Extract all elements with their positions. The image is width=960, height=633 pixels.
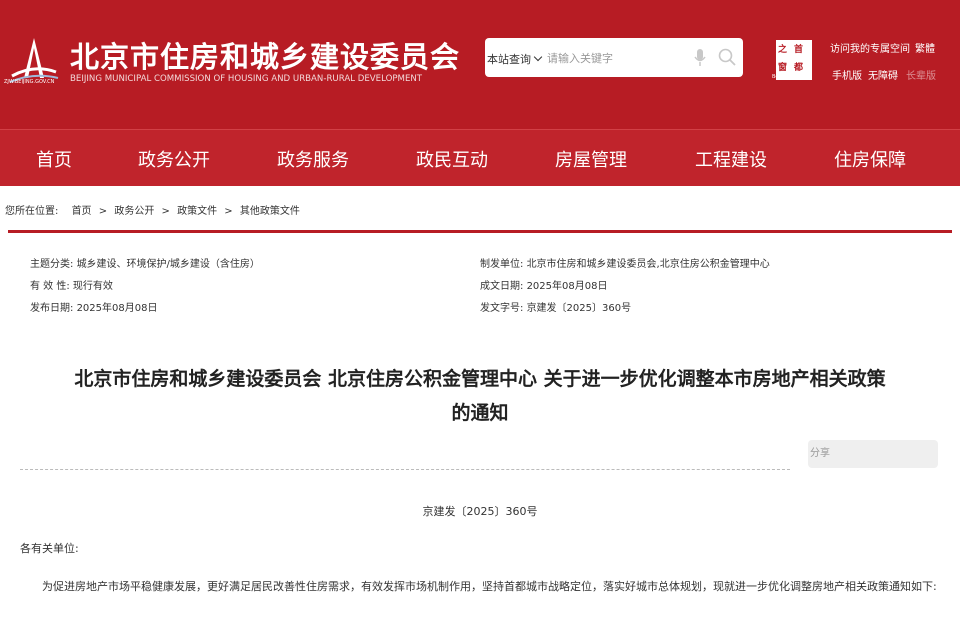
meta-label: 发布日期: xyxy=(30,303,74,314)
search-scope-select[interactable]: 本站查询 xyxy=(487,51,531,67)
document-salutation: 各有关单位: xyxy=(20,542,79,555)
breadcrumb-home[interactable]: 首页 xyxy=(72,206,92,217)
meta-doc-number: 发文字号: 京建发〔2025〕360号 xyxy=(480,299,631,314)
share-label[interactable]: 分享 xyxy=(810,444,830,459)
meta-value: 北京市住房和城乡建设委员会,北京住房公积金管理中心 xyxy=(526,259,770,270)
meta-value: 2025年08月08日 xyxy=(526,281,608,292)
emblem-char: 之 xyxy=(778,45,788,55)
nav-item-construction[interactable]: 工程建设 xyxy=(695,146,767,172)
personal-space-link[interactable]: 访问我的专属空间 xyxy=(830,40,910,55)
nav-item-housing-management[interactable]: 房屋管理 xyxy=(555,146,627,172)
meta-label: 有 效 性: xyxy=(30,281,70,292)
breadcrumb-other-policy[interactable]: 其他政策文件 xyxy=(240,206,300,217)
breadcrumb-gov-affairs[interactable]: 政务公开 xyxy=(114,206,154,217)
title-divider xyxy=(20,469,790,470)
elder-mode-link[interactable]: 长辈版 xyxy=(906,67,936,82)
nav-item-gov-affairs-public[interactable]: 政务公开 xyxy=(138,146,210,172)
meta-validity: 有 效 性: 现行有效 xyxy=(30,277,113,292)
chevron-down-icon[interactable] xyxy=(533,52,543,62)
meta-label: 制发单位: xyxy=(480,259,524,270)
main-nav: 首页 政务公开 政务服务 政民互动 房屋管理 工程建设 住房保障 xyxy=(0,129,960,186)
meta-label: 发文字号: xyxy=(480,303,524,314)
search-input[interactable] xyxy=(547,47,672,69)
breadcrumb-prefix: 您所在位置: xyxy=(5,206,59,217)
breadcrumb-separator: > xyxy=(224,206,233,217)
document-body-paragraph: 为促进房地产市场平稳健康发展，更好满足居民改善性住房需求，有效发挥市场机制作用，… xyxy=(42,580,937,593)
meta-publish-date: 发布日期: 2025年08月08日 xyxy=(30,299,157,314)
meta-value: 现行有效 xyxy=(72,281,113,292)
site-title[interactable]: 北京市住房和城乡建设委员会 xyxy=(70,34,460,76)
meta-value: 京建发〔2025〕360号 xyxy=(526,303,632,314)
accessibility-link[interactable]: 无障碍 xyxy=(868,67,898,82)
search-icon[interactable] xyxy=(718,48,736,66)
breadcrumb: 您所在位置: 首页 > 政务公开 > 政策文件 > 其他政策文件 xyxy=(5,202,304,217)
meta-label: 主题分类: xyxy=(30,259,74,270)
meta-value: 2025年08月08日 xyxy=(76,303,158,314)
document-title: 北京市住房和城乡建设委员会 北京住房公积金管理中心 关于进一步优化调整本市房地产… xyxy=(0,362,960,430)
emblem-caption: Beijing·China xyxy=(772,74,805,80)
breadcrumb-policy-docs[interactable]: 政策文件 xyxy=(177,206,217,217)
logo-url: ZJW.BEIJING.GOV.CN xyxy=(4,79,55,85)
emblem-char: 首 xyxy=(794,45,804,55)
document-title-line2: 的通知 xyxy=(451,402,509,424)
nav-item-housing-security[interactable]: 住房保障 xyxy=(834,146,906,172)
document-title-line1: 北京市住房和城乡建设委员会 北京住房公积金管理中心 关于进一步优化调整本市房地产… xyxy=(74,368,886,390)
meta-label: 成文日期: xyxy=(480,281,524,292)
mobile-version-link[interactable]: 手机版 xyxy=(832,67,862,82)
emblem-char: 都 xyxy=(794,63,804,73)
breadcrumb-separator: > xyxy=(98,206,108,217)
microphone-icon[interactable] xyxy=(693,48,707,68)
document-number: 京建发〔2025〕360号 xyxy=(422,505,538,518)
meta-value: 城乡建设、环境保护/城乡建设（含住房） xyxy=(76,259,260,270)
breadcrumb-separator: > xyxy=(161,206,170,217)
meta-made-date: 成文日期: 2025年08月08日 xyxy=(480,277,607,292)
meta-topic: 主题分类: 城乡建设、环境保护/城乡建设（含住房） xyxy=(30,255,260,270)
site-subtitle: BEIJING MUNICIPAL COMMISSION OF HOUSING … xyxy=(70,74,423,84)
traditional-chinese-link[interactable]: 繁體 xyxy=(915,40,935,55)
nav-item-interaction[interactable]: 政民互动 xyxy=(416,146,488,172)
emblem-char: 窗 xyxy=(778,63,788,73)
nav-item-home[interactable]: 首页 xyxy=(36,146,72,172)
nav-item-gov-services[interactable]: 政务服务 xyxy=(277,146,349,172)
meta-issuer: 制发单位: 北京市住房和城乡建设委员会,北京住房公积金管理中心 xyxy=(480,255,770,270)
